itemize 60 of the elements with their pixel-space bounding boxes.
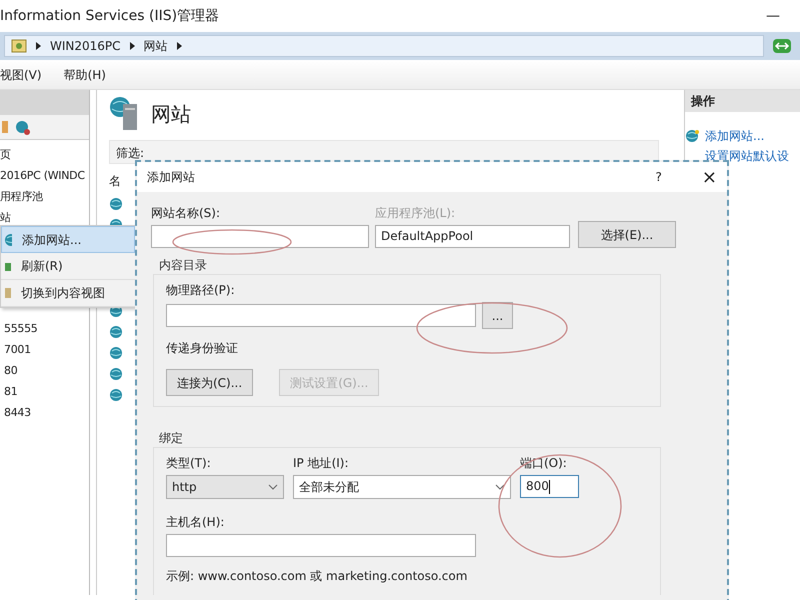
page-title: 网站: [151, 101, 191, 128]
hint-text: 示例: www.contoso.com 或 marketing.contoso.com: [166, 568, 468, 585]
page-icon: [11, 38, 27, 54]
tree-item[interactable]: 7001: [4, 339, 89, 360]
field-label: 网站名称(S):: [151, 205, 222, 222]
breadcrumb-segment[interactable]: 网站: [144, 37, 168, 55]
tree-item[interactable]: 8443: [4, 402, 89, 423]
help-button[interactable]: ?: [656, 168, 662, 186]
action-link[interactable]: 添加网站...: [699, 127, 764, 145]
globe-icon: [4, 232, 12, 246]
globe-icon: [109, 324, 123, 339]
chevron-icon: [495, 483, 505, 491]
close-button[interactable]: ×: [702, 164, 717, 190]
host-name-field[interactable]: [166, 534, 476, 557]
context-menu-item[interactable]: 添加网站...: [1, 226, 135, 253]
arrow-icon: [35, 41, 42, 51]
text-cursor: [548, 480, 550, 494]
column-header[interactable]: 名: [109, 172, 121, 190]
window-title: Information Services (IIS)管理器: [0, 6, 220, 26]
arrow-icon: [176, 41, 183, 51]
tree-item[interactable]: 页: [0, 144, 89, 165]
globe-icon: [109, 196, 123, 211]
menu-item[interactable]: 帮助(H): [64, 66, 106, 84]
panel-header: 操作: [685, 90, 800, 112]
tree-item[interactable]: 站: [0, 207, 89, 228]
section-label: 传递身份验证: [166, 340, 239, 357]
server-icon: [109, 96, 139, 132]
menu-item[interactable]: 视图(V): [0, 66, 42, 84]
globe-icon: [109, 388, 123, 402]
arrow-icon: [128, 41, 136, 51]
field-label: 类型(T):: [166, 455, 212, 472]
dialog-title: 添加网站: [147, 169, 195, 186]
path-field[interactable]: [166, 304, 476, 327]
group-title: 绑定: [159, 430, 184, 447]
globe-icon: [109, 366, 123, 381]
field-label: 物理路径(P):: [166, 282, 236, 299]
tree-item[interactable]: 55555: [4, 318, 89, 339]
minimize-button[interactable]: —: [766, 6, 780, 26]
ip-dropdown[interactable]: 全部未分配: [293, 475, 511, 499]
field-label: 应用程序池(L):: [375, 205, 456, 222]
tree-item[interactable]: 用程序池: [0, 186, 89, 207]
field-label: IP 地址(I):: [293, 455, 350, 472]
group-title: 内容目录: [159, 257, 208, 274]
breadcrumb-segment[interactable]: WIN2016PC: [50, 37, 121, 55]
filter-label: 筛选:: [116, 146, 144, 160]
dialog-button[interactable]: 连接为(C)...: [166, 369, 254, 396]
breadcrumb-field[interactable]: WIN2016PC 网站: [4, 35, 764, 57]
select-button[interactable]: 选择(E)...: [578, 221, 676, 248]
chevron-icon: [268, 483, 278, 491]
tree-item[interactable]: 81: [4, 381, 89, 402]
connect-icon[interactable]: [14, 119, 30, 135]
tree-item[interactable]: 2016PC (WINDC: [0, 165, 89, 186]
tree-item[interactable]: 80: [4, 360, 89, 381]
type-dropdown[interactable]: http: [166, 475, 284, 499]
globe-icon: [109, 346, 123, 360]
add-site-icon: [685, 129, 699, 143]
site-name-field[interactable]: [151, 225, 369, 248]
field-label: 主机名(H):: [166, 514, 226, 531]
port-field[interactable]: 800: [520, 475, 579, 498]
browse-button[interactable]: ...: [482, 302, 513, 329]
